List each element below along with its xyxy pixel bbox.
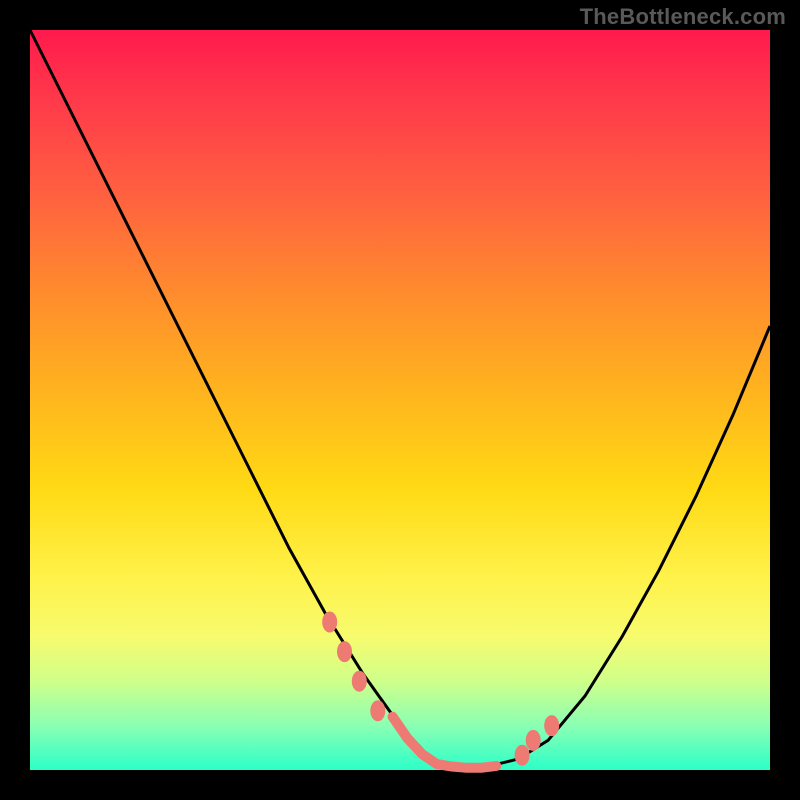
curve-marker bbox=[371, 701, 385, 721]
curve-line bbox=[30, 30, 770, 766]
chart-frame: TheBottleneck.com bbox=[0, 0, 800, 800]
curve-marker bbox=[515, 745, 529, 765]
marker-group bbox=[323, 612, 559, 768]
watermark-label: TheBottleneck.com bbox=[580, 4, 786, 30]
valley-highlight bbox=[393, 717, 497, 768]
curve-marker bbox=[352, 671, 366, 691]
bottleneck-curve bbox=[30, 30, 770, 766]
curve-marker bbox=[338, 642, 352, 662]
chart-plot-area bbox=[30, 30, 770, 770]
curve-marker bbox=[526, 730, 540, 750]
chart-svg bbox=[30, 30, 770, 770]
curve-marker bbox=[323, 612, 337, 632]
curve-marker bbox=[545, 716, 559, 736]
